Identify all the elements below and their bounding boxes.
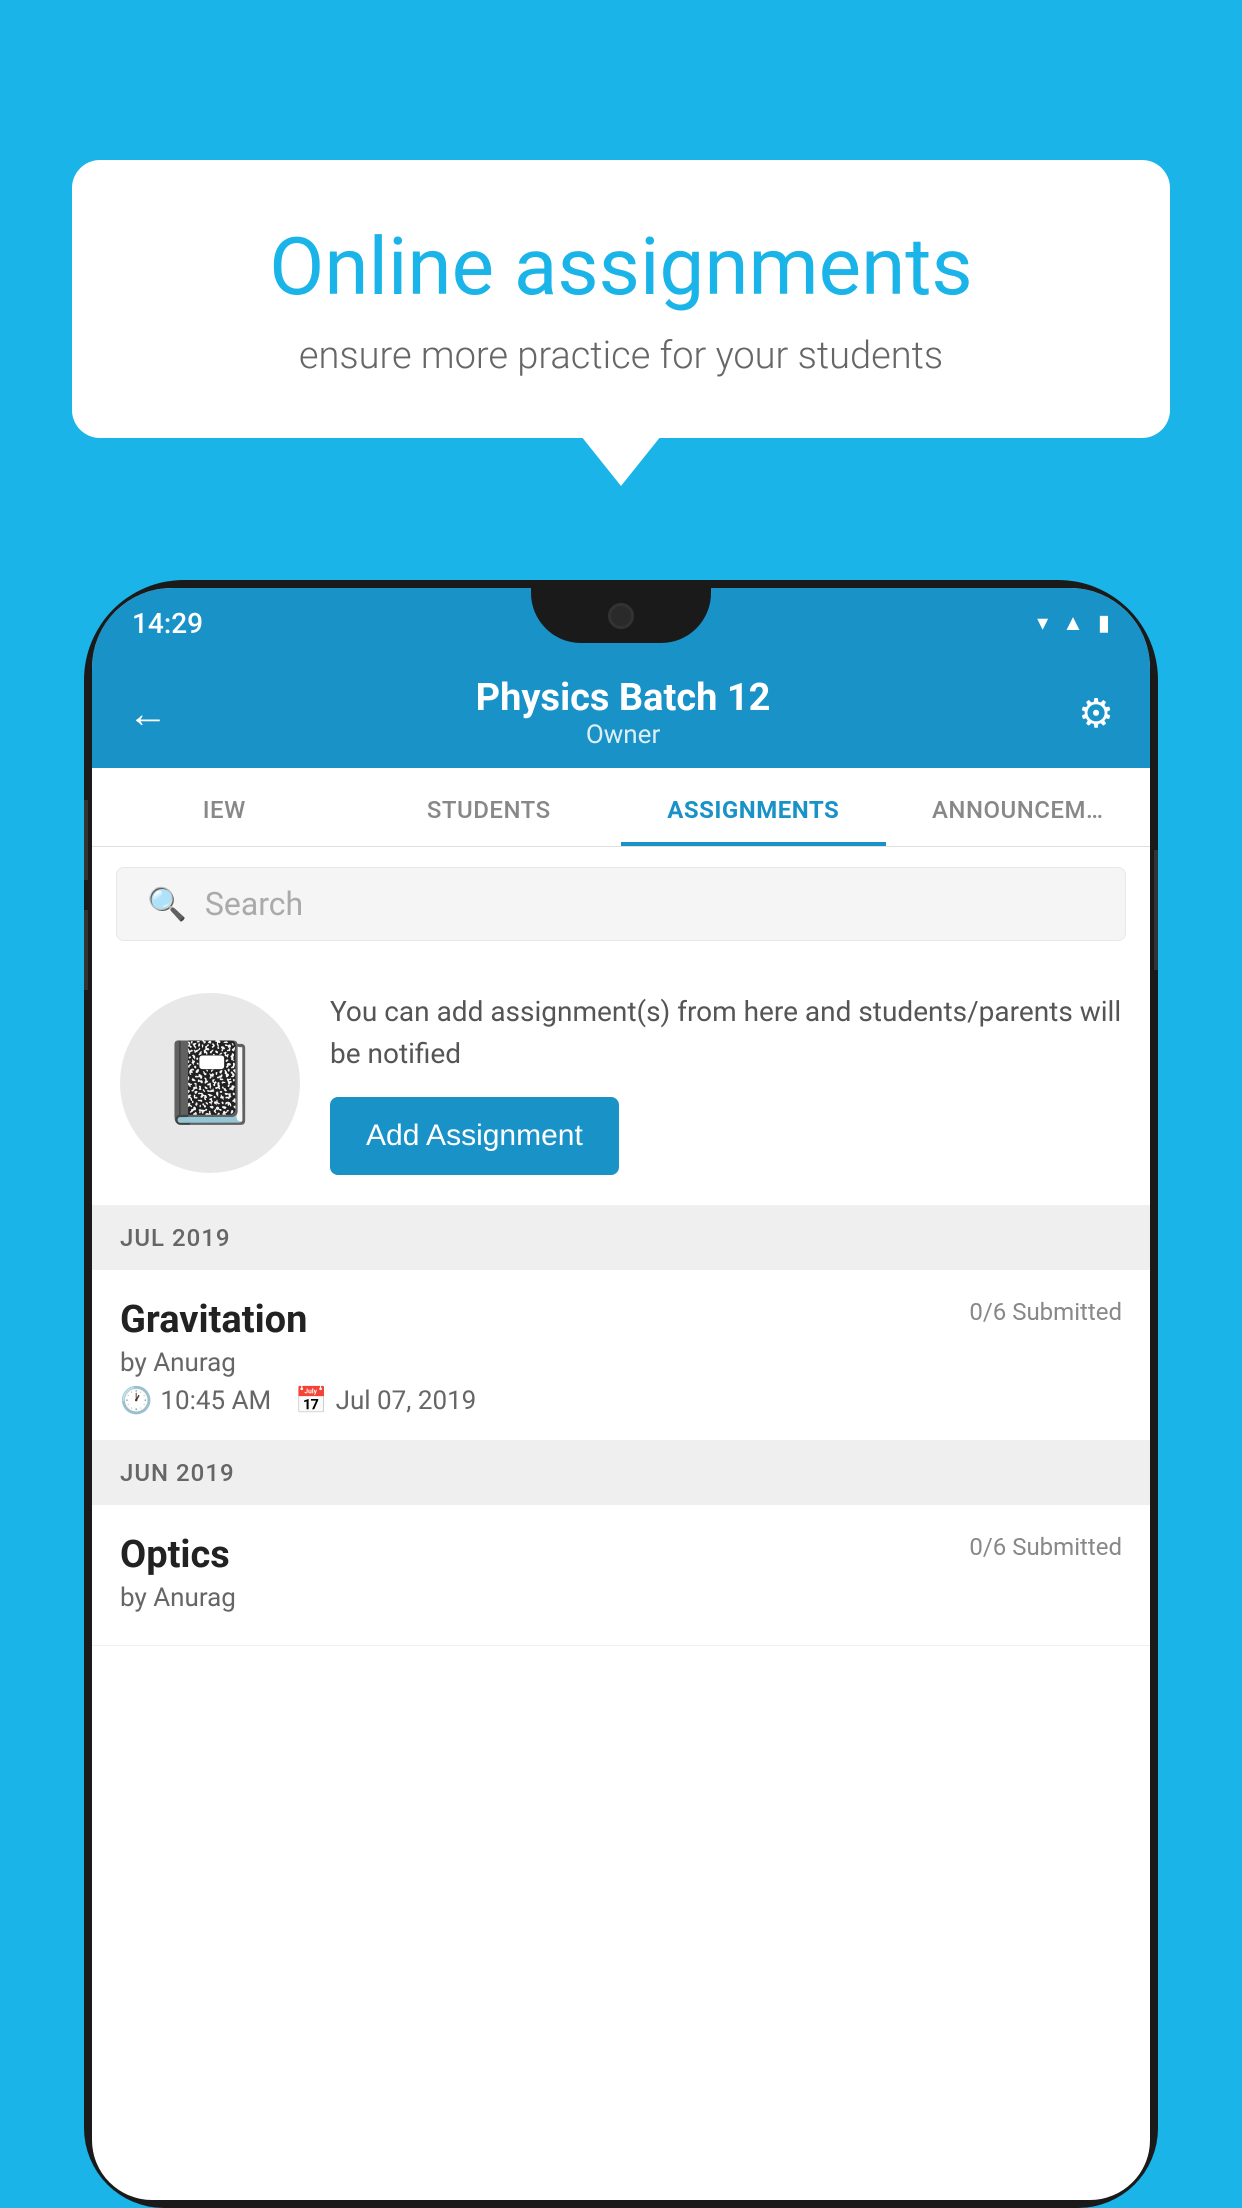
batch-role: Owner xyxy=(476,720,771,750)
promo-text: You can add assignment(s) from here and … xyxy=(330,991,1122,1075)
calendar-icon: 📅 xyxy=(295,1386,327,1416)
tab-overview[interactable]: IEW xyxy=(92,768,357,846)
battery-icon: ▮ xyxy=(1098,611,1110,636)
search-bar[interactable]: 🔍 Search xyxy=(116,867,1126,941)
assignment-submitted: 0/6 Submitted xyxy=(969,1298,1122,1326)
add-assignment-promo: 📓 You can add assignment(s) from here an… xyxy=(92,961,1150,1206)
speech-bubble: Online assignments ensure more practice … xyxy=(72,160,1170,438)
section-header-jun: JUN 2019 xyxy=(92,1441,1150,1505)
header-title-block: Physics Batch 12 Owner xyxy=(476,676,771,750)
search-placeholder-text: Search xyxy=(205,885,303,923)
tab-students[interactable]: STUDENTS xyxy=(357,768,622,846)
assignment-by: by Anurag xyxy=(120,1348,1122,1378)
phone-frame: 14:29 ▾ ▲ ▮ ← Physics Batch 12 Owner ⚙ I… xyxy=(84,580,1158,2208)
speech-bubble-subtitle: ensure more practice for your students xyxy=(152,334,1090,378)
add-assignment-button[interactable]: Add Assignment xyxy=(330,1097,619,1175)
promo-icon-circle: 📓 xyxy=(120,993,300,1173)
notebook-icon: 📓 xyxy=(160,1036,260,1130)
batch-title: Physics Batch 12 xyxy=(476,676,771,720)
speech-bubble-title: Online assignments xyxy=(152,220,1090,314)
assignment-item-gravitation[interactable]: Gravitation 0/6 Submitted by Anurag 🕐 10… xyxy=(92,1270,1150,1441)
speech-bubble-container: Online assignments ensure more practice … xyxy=(72,160,1170,438)
settings-button[interactable]: ⚙ xyxy=(1078,690,1114,737)
assignment-item-optics[interactable]: Optics 0/6 Submitted by Anurag xyxy=(92,1505,1150,1646)
section-header-jul: JUL 2019 xyxy=(92,1206,1150,1270)
volume-up-button xyxy=(84,800,88,880)
tab-assignments[interactable]: ASSIGNMENTS xyxy=(621,768,886,846)
phone-content: 🔍 Search 📓 You can add assignment(s) fro… xyxy=(92,847,1150,1646)
tab-announcements[interactable]: ANNOUNCEM… xyxy=(886,768,1151,846)
assignment-by-optics: by Anurag xyxy=(120,1583,1122,1613)
app-header: ← Physics Batch 12 Owner ⚙ xyxy=(92,658,1150,768)
phone-screen: 14:29 ▾ ▲ ▮ ← Physics Batch 12 Owner ⚙ I… xyxy=(92,588,1150,2200)
status-time: 14:29 xyxy=(132,607,203,640)
status-icons: ▾ ▲ ▮ xyxy=(1037,610,1110,636)
clock-icon: 🕐 xyxy=(120,1386,152,1416)
search-bar-container: 🔍 Search xyxy=(92,847,1150,961)
assignment-name: Gravitation xyxy=(120,1298,307,1342)
power-button xyxy=(1154,850,1158,970)
signal-icon: ▲ xyxy=(1062,610,1084,636)
assignment-top-row: Gravitation 0/6 Submitted xyxy=(120,1298,1122,1342)
promo-right: You can add assignment(s) from here and … xyxy=(330,991,1122,1175)
volume-down-button xyxy=(84,910,88,990)
wifi-icon: ▾ xyxy=(1037,611,1048,636)
assignment-name-optics: Optics xyxy=(120,1533,230,1577)
back-button[interactable]: ← xyxy=(128,690,168,737)
assignment-meta: 🕐 10:45 AM 📅 Jul 07, 2019 xyxy=(120,1386,1122,1416)
phone-notch xyxy=(531,588,711,643)
front-camera xyxy=(608,603,634,629)
tab-bar: IEW STUDENTS ASSIGNMENTS ANNOUNCEM… xyxy=(92,768,1150,847)
search-icon: 🔍 xyxy=(147,885,187,923)
assignment-time: 🕐 10:45 AM xyxy=(120,1386,271,1416)
status-bar: 14:29 ▾ ▲ ▮ xyxy=(92,588,1150,658)
assignment-date: 📅 Jul 07, 2019 xyxy=(295,1386,476,1416)
assignment-top-row-optics: Optics 0/6 Submitted xyxy=(120,1533,1122,1577)
assignment-submitted-optics: 0/6 Submitted xyxy=(969,1533,1122,1561)
